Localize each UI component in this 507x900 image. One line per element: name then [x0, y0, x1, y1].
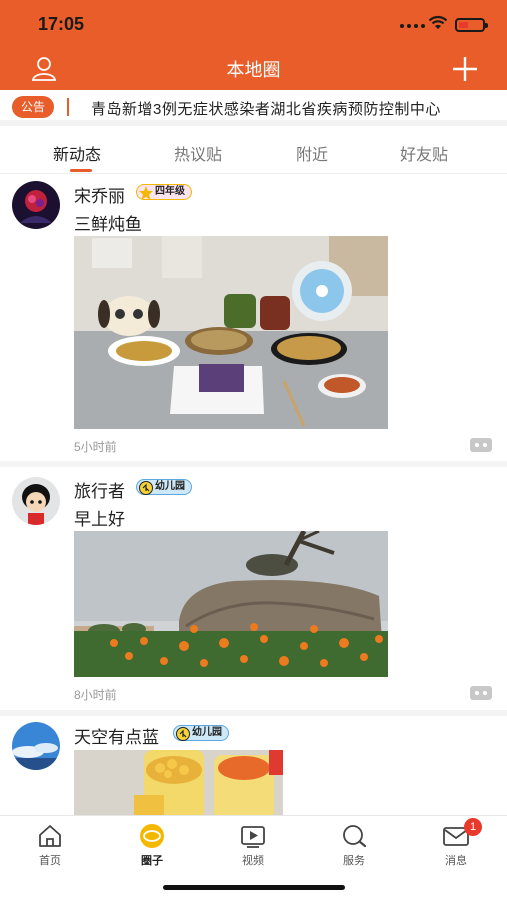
circle-icon — [140, 824, 164, 848]
post-time: 8小时前 — [74, 688, 117, 702]
post-card[interactable]: 宋乔丽 四年级 三鲜炖鱼 5小时前 — [0, 175, 507, 463]
nav-circle[interactable]: 圈子 — [122, 822, 182, 868]
nav-service-label: 服务 — [343, 855, 365, 867]
tab-hot-posts[interactable]: 热议贴 — [174, 141, 222, 165]
level-badge: 幼儿园 — [173, 725, 229, 741]
comment-icon[interactable] — [470, 686, 492, 700]
active-tab-indicator — [70, 169, 92, 172]
post-image[interactable] — [74, 236, 388, 429]
notice-divider — [67, 98, 69, 116]
post-time: 5小时前 — [74, 440, 117, 454]
plus-icon[interactable] — [450, 54, 480, 84]
status-bar: 17:05 — [0, 0, 507, 46]
wifi-icon — [428, 15, 448, 29]
avatar[interactable] — [12, 181, 60, 229]
level-badge: 四年级 — [136, 184, 192, 200]
notice-tag: 公告 — [12, 96, 55, 118]
post-image[interactable] — [74, 531, 388, 677]
nav-video[interactable]: 视频 — [223, 822, 283, 868]
level-label: 幼儿园 — [192, 727, 222, 738]
level-icon — [139, 481, 153, 495]
message-count-badge: 1 — [464, 818, 482, 836]
post-text: 三鲜炖鱼 — [74, 215, 142, 234]
avatar[interactable] — [12, 722, 60, 770]
nav-home[interactable]: 首页 — [20, 822, 80, 868]
nav-service[interactable]: 服务 — [324, 822, 384, 868]
status-time: 17:05 — [38, 14, 85, 34]
username[interactable]: 旅行者 — [74, 477, 125, 502]
page-title: 本地圈 — [226, 60, 281, 80]
post-card[interactable]: 天空有点蓝 幼儿园 — [0, 716, 507, 815]
search-icon — [343, 825, 367, 848]
battery-icon — [455, 18, 488, 32]
notice-bar[interactable]: 公告 青岛新增3例无症状感染者湖北省疾病预防控制中心 — [0, 90, 507, 126]
signal-icon — [400, 24, 425, 28]
tab-new-posts[interactable]: 新动态 — [53, 141, 101, 165]
nav-bar: 本地圈 — [0, 46, 507, 90]
nav-messages-label: 消息 — [445, 855, 467, 867]
tab-friend-posts[interactable]: 好友贴 — [400, 141, 448, 165]
level-icon — [176, 727, 190, 741]
app-header: 17:05 本地圈 — [0, 0, 507, 90]
level-label: 幼儿园 — [155, 481, 185, 492]
username[interactable]: 天空有点蓝 — [74, 723, 159, 748]
feed-tabs: 新动态 热议贴 附近 好友贴 — [0, 132, 507, 174]
username[interactable]: 宋乔丽 — [74, 182, 125, 207]
video-icon — [241, 826, 265, 848]
post-text: 早上好 — [74, 510, 125, 529]
nav-home-label: 首页 — [39, 855, 61, 867]
level-label: 四年级 — [155, 186, 185, 197]
tab-nearby[interactable]: 附近 — [296, 141, 328, 165]
home-indicator[interactable] — [163, 885, 345, 890]
level-badge: 幼儿园 — [136, 479, 192, 495]
nav-messages[interactable]: 1 消息 — [426, 818, 486, 868]
star-icon — [139, 186, 153, 200]
home-icon — [39, 825, 61, 847]
comment-icon[interactable] — [470, 438, 492, 452]
nav-circle-label: 圈子 — [141, 855, 163, 867]
post-card[interactable]: 旅行者 幼儿园 早上好 8小时前 — [0, 467, 507, 712]
post-image[interactable] — [74, 750, 283, 815]
avatar[interactable] — [12, 477, 60, 525]
post-feed[interactable]: 宋乔丽 四年级 三鲜炖鱼 5小时前 旅行者 幼儿园 早上好 8小时前 天空有点蓝… — [0, 175, 507, 815]
nav-video-label: 视频 — [242, 855, 264, 867]
notice-text[interactable]: 青岛新增3例无症状感染者湖北省疾病预防控制中心 — [91, 98, 441, 119]
